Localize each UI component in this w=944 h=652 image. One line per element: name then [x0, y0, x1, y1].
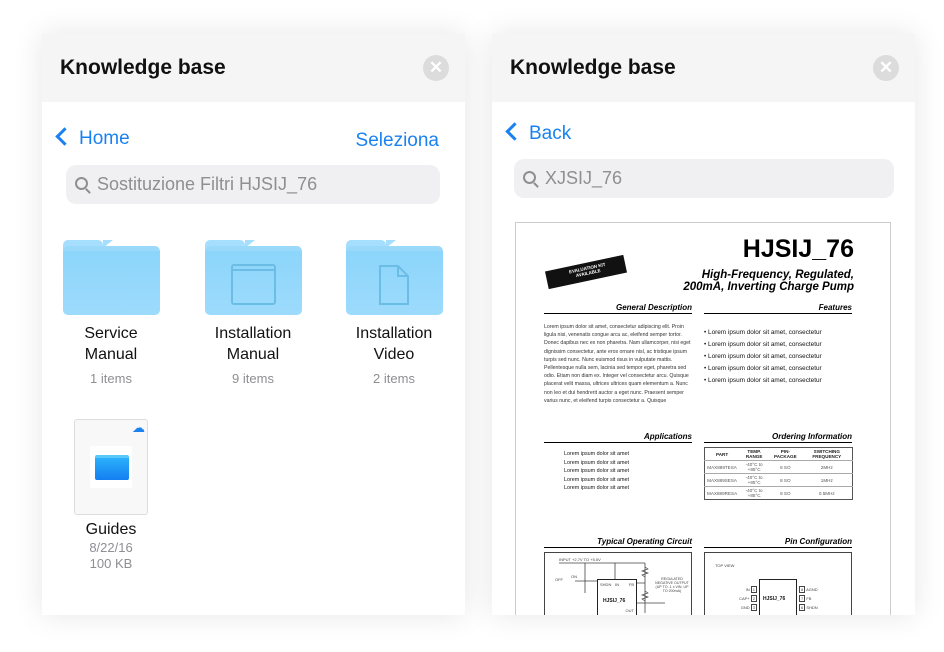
ordering-table: PART TEMP. RANGE PIN-PACKAGE SWITCHING FREQ…	[704, 447, 853, 500]
close-button[interactable]: ✕	[423, 55, 449, 81]
top-view-label: TOP VIEW	[715, 563, 735, 568]
item-name: Installation	[214, 325, 292, 342]
item-count: 9 items	[232, 371, 274, 386]
doc-subtitle-line: High-Frequency, Regulated,	[701, 269, 854, 281]
circuit-heading: Typical Operating Circuit	[544, 537, 692, 548]
chevron-left-icon	[55, 127, 74, 146]
header: Knowledge base ✕	[492, 34, 915, 102]
feature-item: • Lorem ipsum dolor sit amet, consectetu…	[704, 353, 822, 360]
application-item: Lorem ipsum dolor sit amet	[564, 459, 630, 466]
right-panel: Knowledge base ✕ Back XJSIJ_76 HJSIJ_76 …	[492, 34, 915, 615]
folder-service-manual[interactable]: Service Manual 1 items	[51, 240, 171, 387]
search-input[interactable]: XJSIJ_76	[514, 159, 894, 198]
pin-label: SHDN	[600, 582, 612, 587]
item-date: 8/22/16	[89, 540, 133, 555]
search-placeholder: Sostituzione Filtri HJSIJ_76	[97, 174, 318, 194]
application-item: Lorem ipsum dolor sit amet	[564, 485, 630, 492]
pin-label: OUT	[625, 608, 634, 613]
chip-label: HJSIJ_76	[603, 598, 626, 604]
item-size: 100 KB	[89, 556, 133, 571]
item-name: Service	[84, 325, 138, 342]
table-row: MAX889TESA -40°C to +85°C 8 SO 2MHz	[704, 460, 853, 474]
ordering-heading: Ordering Information	[704, 432, 852, 443]
back-label: Back	[529, 123, 572, 144]
search-icon	[523, 171, 536, 184]
panel-title: Knowledge base	[60, 56, 226, 79]
folder-window-icon	[204, 240, 302, 315]
application-item: Lorem ipsum dolor sit amet	[564, 468, 630, 475]
pin-configuration-diagram: TOP VIEW HJSIJ_76 IN 1 CAP+ 2 GND 3 8 AG…	[704, 552, 852, 615]
item-name: Video	[373, 346, 415, 363]
features-list: • Lorem ipsum dolor sit amet, consectetu…	[704, 327, 854, 387]
item-name: Guides	[85, 521, 137, 538]
pin-heading: Pin Configuration	[704, 537, 852, 548]
cloud-download-icon[interactable]: ☁	[132, 420, 145, 436]
item-name: Manual	[226, 346, 280, 363]
evaluation-kit-badge: EVALUATION KIT AVAILABLE	[545, 254, 627, 290]
column-header: PIN-PACKAGE	[774, 449, 797, 459]
application-item: Lorem ipsum dolor sit amet	[564, 476, 630, 483]
doc-subtitle: High-Frequency, Regulated, 200mA, Inverti…	[683, 269, 854, 293]
general-description-heading: General Description	[544, 303, 692, 314]
applications-list: Lorem ipsum dolor sit amet Lorem ipsum d…	[564, 450, 629, 493]
file-guides[interactable]: ☁ Guides 8/22/16 100 KB	[51, 419, 171, 572]
folder-installation-manual[interactable]: Installation Manual 9 items	[193, 240, 313, 387]
circuit-label: REGULATED NEGATIVE OUTPUT (UP TO -1 x VI…	[655, 577, 689, 593]
home-button[interactable]: Home	[55, 127, 130, 150]
item-count: 2 items	[373, 371, 415, 386]
column-header: PART	[715, 451, 729, 457]
search-input[interactable]: Sostituzione Filtri HJSIJ_76	[66, 165, 440, 204]
file-folder-icon: ☁	[74, 419, 148, 515]
feature-item: • Lorem ipsum dolor sit amet, consectetu…	[704, 329, 822, 336]
column-header: TEMP. RANGE	[745, 449, 763, 459]
chevron-left-icon	[505, 122, 524, 141]
table-row: MAX889SESA -40°C to +85°C 8 SO 1MHz	[704, 473, 853, 487]
select-button[interactable]: Seleziona	[356, 130, 439, 152]
home-label: Home	[79, 128, 130, 149]
feature-item: • Lorem ipsum dolor sit amet, consectetu…	[704, 365, 822, 372]
feature-item: • Lorem ipsum dolor sit amet, consectetu…	[704, 341, 822, 348]
doc-part-number: HJSIJ_76	[742, 235, 854, 263]
feature-item: • Lorem ipsum dolor sit amet, consectetu…	[704, 377, 822, 384]
close-button[interactable]: ✕	[873, 55, 899, 81]
table-row: MAX889RESA -40°C to +85°C 8 SO 0.5MHz	[704, 486, 853, 500]
panel-title: Knowledge base	[510, 56, 676, 79]
left-panel: Knowledge base ✕ Home Seleziona Sostituz…	[42, 34, 465, 615]
item-name: Manual	[84, 346, 138, 363]
folder-installation-video[interactable]: Installation Video 2 items	[334, 240, 454, 387]
circuit-diagram: INPUT +2.7V TO +5.5V OFF ON SHDN IN FB O…	[544, 552, 692, 615]
header: Knowledge base ✕	[42, 34, 465, 102]
pin-label: FB	[628, 582, 634, 587]
features-heading: Features	[704, 303, 852, 314]
item-name: Installation	[355, 325, 433, 342]
column-header: SWITCHING FREQUENCY	[812, 449, 842, 459]
doc-subtitle-line: 200mA, Inverting Charge Pump	[683, 281, 854, 293]
item-count: 1 items	[90, 371, 132, 386]
chip-label: HJSIJ_76	[763, 596, 786, 602]
search-icon	[75, 177, 88, 190]
folder-icon	[62, 240, 160, 315]
folder-document-icon	[345, 240, 443, 315]
back-button[interactable]: Back	[505, 122, 572, 145]
pin-label: IN	[615, 582, 619, 587]
application-item: Lorem ipsum dolor sit amet	[564, 451, 630, 457]
applications-heading: Applications	[544, 432, 692, 443]
search-value: XJSIJ_76	[545, 168, 623, 188]
document-preview[interactable]: HJSIJ_76 EVALUATION KIT AVAILABLE High-F…	[515, 222, 891, 615]
general-description-text: Lorem ipsum dolor sit amet, consectetur …	[544, 324, 691, 404]
